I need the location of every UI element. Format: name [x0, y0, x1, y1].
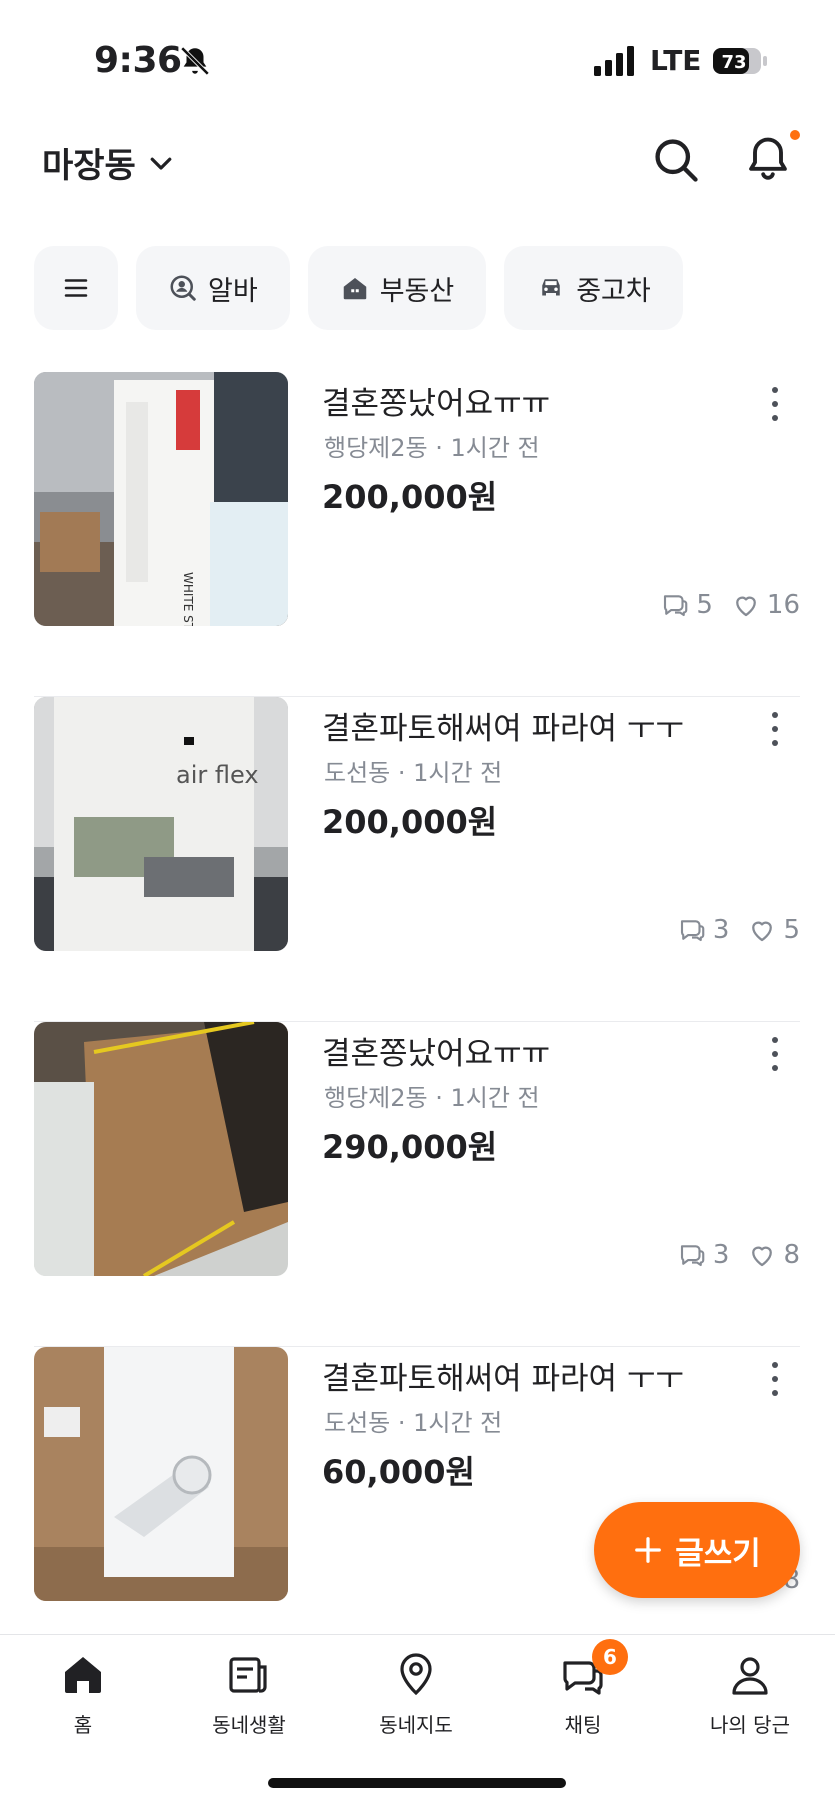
list-item[interactable]: 결혼쫑났어요ㅠㅠ 행당제2동 · 1시간 전 290,000원 3 8 [34, 1022, 800, 1347]
network-type: LTE [650, 44, 702, 77]
chip-label: 부동산 [379, 275, 455, 307]
item-title: 결혼쫑났어요ㅠㅠ [322, 1036, 551, 1072]
comment-count: 3 [712, 1240, 730, 1270]
bell-icon[interactable] [742, 132, 794, 184]
map-pin-icon [400, 1653, 432, 1696]
write-button-label: 글쓰기 [675, 1535, 761, 1572]
write-button[interactable]: 글쓰기 [594, 1502, 800, 1598]
item-title: 결혼파토해써여 파라여 ㅜㅜ [322, 1361, 684, 1397]
bell-off-icon [180, 46, 210, 76]
more-vertical-icon[interactable] [762, 1359, 788, 1399]
item-title: 결혼쫑났어요ㅠㅠ [322, 386, 551, 422]
battery-icon: 73 [713, 48, 767, 74]
search-person-icon [170, 275, 196, 301]
hamburger-icon [64, 279, 88, 297]
category-chips: 알바 부동산 중고차 [34, 246, 683, 330]
item-photo: WHITE STORM [34, 372, 288, 626]
search-icon[interactable] [650, 134, 702, 186]
like-count: 5 [783, 915, 800, 945]
nav-home[interactable]: 홈 [8, 1651, 158, 1738]
person-icon [732, 1657, 768, 1695]
signal-icon [594, 46, 634, 76]
location-label: 마장동 [42, 146, 136, 186]
nav-label: 동네생활 [212, 1713, 286, 1737]
item-meta: 도선동 · 1시간 전 [324, 1409, 503, 1437]
battery-level: 73 [721, 52, 746, 73]
more-vertical-icon[interactable] [762, 384, 788, 424]
more-vertical-icon[interactable] [762, 709, 788, 749]
list-item[interactable]: WHITE STORM 결혼쫑났어요ㅠㅠ 행당제2동 · 1시간 전 200,0… [34, 372, 800, 697]
nav-chat[interactable]: 채팅 6 [508, 1639, 658, 1738]
item-price: 290,000원 [322, 1128, 498, 1166]
more-vertical-icon[interactable] [762, 1034, 788, 1074]
chevron-down-icon [150, 157, 172, 170]
item-price: 200,000원 [322, 478, 498, 516]
chat-badge: 6 [592, 1639, 628, 1675]
item-meta: 행당제2동 · 1시간 전 [324, 1084, 540, 1112]
chip-label: 중고차 [576, 275, 651, 307]
item-meta: 도선동 · 1시간 전 [324, 759, 503, 787]
nav-my[interactable]: 나의 당근 [675, 1651, 825, 1738]
item-photo [34, 1022, 288, 1276]
newspaper-icon [229, 1657, 267, 1693]
header: 마장동 [0, 120, 835, 200]
nav-community[interactable]: 동네생활 [174, 1651, 324, 1738]
nav-label: 동네지도 [379, 1713, 453, 1737]
heart-icon [736, 596, 756, 617]
item-stats: 3 8 [677, 1240, 800, 1270]
item-meta: 행당제2동 · 1시간 전 [324, 434, 540, 462]
item-list: WHITE STORM 결혼쫑났어요ㅠㅠ 행당제2동 · 1시간 전 200,0… [34, 372, 800, 1672]
location-selector[interactable]: 마장동 [42, 138, 176, 187]
item-stats: 3 5 [677, 915, 800, 945]
like-count: 16 [766, 590, 800, 620]
chat-bubble-icon [664, 595, 688, 617]
chat-bubble-icon [680, 920, 705, 942]
chat-bubble-icon [680, 1245, 705, 1267]
item-price: 60,000원 [322, 1453, 475, 1491]
item-photo: air flex [34, 697, 288, 951]
home-indicator [268, 1778, 566, 1788]
item-title: 결혼파토해써여 파라여 ㅜㅜ [322, 711, 684, 747]
chip-used-cars[interactable]: 중고차 [504, 246, 683, 330]
status-time: 9:36 [94, 40, 182, 81]
nav-label: 채팅 [564, 1713, 602, 1737]
home-icon [65, 1657, 101, 1693]
comment-count: 5 [696, 590, 713, 620]
item-photo [34, 1347, 288, 1601]
heart-icon [752, 921, 773, 942]
notification-dot [790, 130, 800, 140]
house-icon [343, 278, 366, 300]
chip-label: 알바 [208, 275, 258, 307]
nav-label: 나의 당근 [710, 1713, 790, 1737]
comment-count: 3 [712, 915, 730, 945]
item-stats: 5 16 [660, 590, 800, 620]
plus-icon [635, 1537, 662, 1563]
list-item[interactable]: air flex 결혼파토해써여 파라여 ㅜㅜ 도선동 · 1시간 전 200,… [34, 697, 800, 1022]
chip-real-estate[interactable]: 부동산 [307, 246, 487, 330]
nav-label: 홈 [73, 1713, 93, 1737]
svg-text:WHITE STORM: WHITE STORM [181, 572, 195, 626]
nav-map[interactable]: 동네지도 [341, 1651, 491, 1738]
car-icon [542, 279, 560, 296]
menu-button[interactable] [34, 246, 118, 330]
svg-text:air flex: air flex [176, 761, 259, 789]
status-bar: 9:36 LTE 73 [0, 0, 835, 110]
heart-icon [752, 1246, 773, 1267]
like-count: 8 [783, 1240, 800, 1270]
chip-jobs[interactable]: 알바 [136, 246, 290, 330]
item-price: 200,000원 [322, 803, 498, 841]
